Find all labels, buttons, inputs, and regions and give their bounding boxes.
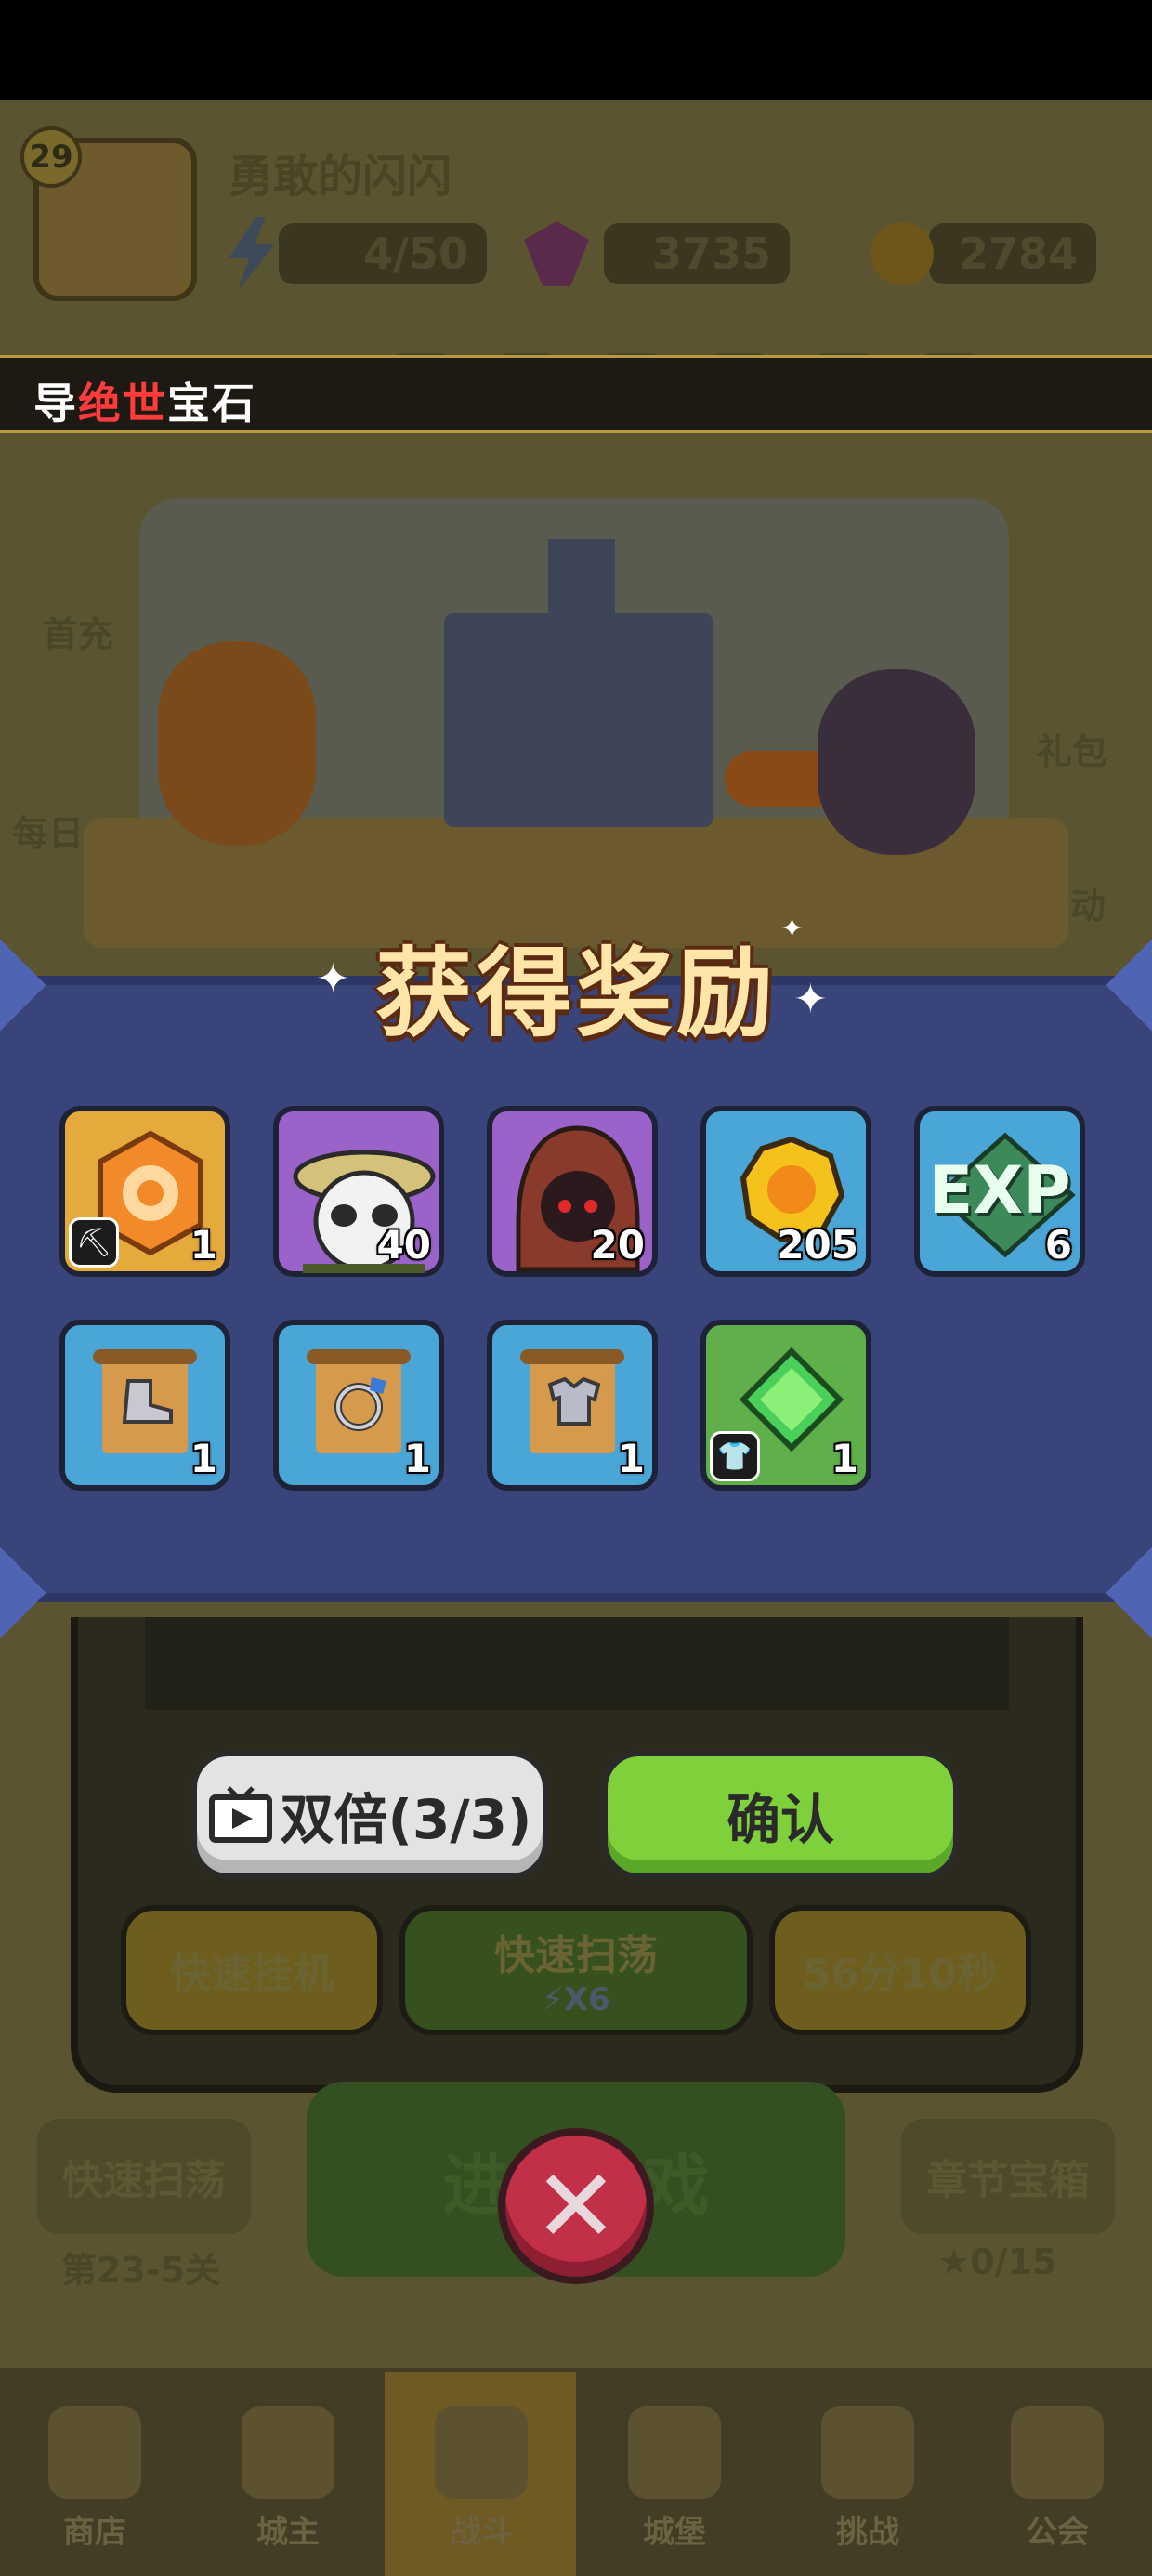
nav-castle[interactable]: 城堡: [609, 2379, 740, 2565]
reward-item-hooded-hero[interactable]: 20: [487, 1106, 658, 1277]
sparkle-icon: ✦: [316, 955, 350, 1003]
close-button[interactable]: ✕: [498, 2128, 654, 2284]
sweep-cost: ⚡X6: [542, 1981, 610, 2018]
chapter-box-button[interactable]: 章节宝箱: [901, 2119, 1115, 2234]
double-reward-button[interactable]: 双倍(3/3): [191, 1751, 548, 1879]
purple-gem-icon: [524, 221, 589, 286]
swords-icon: [435, 2406, 528, 2499]
item-qty: 1: [617, 1436, 645, 1481]
gem-counter: 3735: [604, 223, 790, 284]
sparkle-icon: ✦: [780, 913, 805, 945]
quick-sweep-button[interactable]: 快速扫荡: [37, 2119, 251, 2234]
fast-sweep-button[interactable]: 快速扫荡 ⚡X6: [399, 1905, 753, 2035]
stage-label: 第23-5关: [61, 2250, 221, 2291]
star-icon: ★: [938, 2241, 971, 2282]
first-charge-label[interactable]: 首充: [43, 606, 113, 657]
flag-icon: [1011, 2406, 1104, 2499]
bottom-nav: [0, 2368, 1152, 2576]
reward-item-panda-hero[interactable]: 40: [273, 1106, 444, 1277]
item-qty: 20: [590, 1222, 645, 1268]
nav-lord[interactable]: 城主: [223, 2379, 353, 2565]
close-icon: ✕: [532, 2147, 620, 2266]
castle-tower: [548, 539, 615, 623]
castle: [444, 613, 713, 827]
nav-guild[interactable]: 公会: [992, 2379, 1122, 2565]
reward-panel: [0, 939, 1152, 1639]
ring-icon: [334, 1377, 386, 1431]
fire-hero: [158, 641, 316, 846]
energy-counter: 4/50: [279, 223, 487, 284]
nav-battle[interactable]: 战斗: [416, 2379, 546, 2565]
reward-item-armor-scroll[interactable]: 1: [487, 1320, 658, 1491]
item-qty: 1: [831, 1436, 858, 1481]
reward-item-exp[interactable]: EXP 6: [914, 1106, 1085, 1277]
reward-item-ring-scroll[interactable]: 1: [273, 1320, 444, 1491]
item-qty: 1: [190, 1222, 217, 1268]
confirm-button[interactable]: 确认: [602, 1751, 959, 1879]
sparkle-icon: ✦: [793, 976, 828, 1023]
scroll-rod: [93, 1349, 197, 1364]
reward-item-green-gem[interactable]: 👕 1: [700, 1320, 871, 1491]
shop-icon: [48, 2406, 141, 2499]
player-name: 勇敢的闪闪: [229, 151, 452, 203]
reward-title: 获得奖励: [374, 937, 777, 1050]
scroll-rod: [307, 1349, 411, 1364]
player-level-badge: 29: [20, 126, 82, 188]
demon-icon: [821, 2406, 914, 2499]
crown-icon: [242, 2406, 334, 2499]
pickaxe-icon: ⛏: [69, 1217, 119, 1268]
lightning-icon: ⚡: [542, 1981, 564, 2018]
item-qty: 6: [1044, 1222, 1072, 1268]
dialog-inner: [145, 1617, 1009, 1710]
item-qty: 1: [403, 1436, 431, 1481]
boot-icon: [122, 1379, 173, 1424]
tv-play-icon: [208, 1786, 272, 1843]
nav-shop[interactable]: 商店: [30, 2379, 160, 2565]
fast-idle-button[interactable]: 快速挂机: [121, 1905, 383, 2035]
announcement-text: 导绝世宝石: [33, 378, 256, 428]
star-progress: ★0/15: [938, 2241, 1057, 2282]
armor-icon: [547, 1376, 601, 1426]
scroll-rod: [520, 1349, 624, 1364]
reward-item-gem-core[interactable]: ⛏ 1: [59, 1106, 230, 1277]
dark-hero: [818, 669, 975, 855]
nav-challenge[interactable]: 挑战: [803, 2379, 933, 2565]
castle-icon: [628, 2406, 721, 2499]
lightning-icon: [229, 217, 275, 291]
timer-button[interactable]: 56分10秒: [769, 1905, 1031, 2035]
exp-label: EXP: [928, 1152, 1071, 1229]
daily-label[interactable]: 每日: [13, 805, 84, 856]
reward-item-boots-scroll[interactable]: 1: [59, 1320, 230, 1491]
gift-label[interactable]: 礼包: [1037, 723, 1107, 774]
coin-counter: 2784: [929, 223, 1096, 284]
shirt-icon: 👕: [710, 1431, 760, 1481]
reward-item-gold-coin[interactable]: 205: [700, 1106, 871, 1277]
item-qty: 1: [190, 1436, 217, 1481]
coin-icon: [871, 222, 934, 285]
item-qty: 40: [376, 1222, 431, 1268]
item-qty: 205: [777, 1222, 858, 1268]
